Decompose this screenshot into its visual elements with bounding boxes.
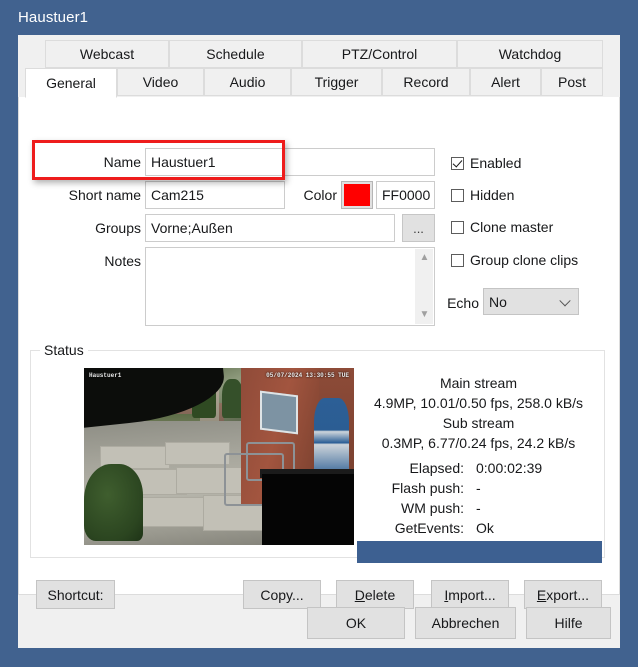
checkbox-label: Clone master xyxy=(470,219,554,235)
checkbox-group-clone-clips[interactable]: Group clone clips xyxy=(451,252,578,268)
preview-window xyxy=(259,390,298,435)
getevents-value: Ok xyxy=(476,520,494,536)
scroll-up-icon[interactable]: ▲ xyxy=(420,249,430,267)
export-mnemonic: E xyxy=(536,586,547,603)
groups-label: Groups xyxy=(95,220,141,236)
tab-label: Trigger xyxy=(314,74,359,90)
status-group-title: Status xyxy=(40,342,88,358)
tab-page-general: Name Haustuer1 Short name Cam215 Color F… xyxy=(18,97,620,609)
tab-schedule[interactable]: Schedule xyxy=(169,40,302,68)
delete-button[interactable]: Delete xyxy=(336,580,414,609)
color-label: Color xyxy=(303,187,337,203)
preview-osd-timestamp: 05/07/2024 13:30:55 TUE xyxy=(266,372,349,379)
preview-slab xyxy=(132,497,214,528)
tab-label: Audio xyxy=(229,74,266,90)
camera-preview[interactable]: Haustuer1 05/07/2024 13:30:55 TUE xyxy=(84,368,354,545)
sub-stream-title: Sub stream xyxy=(442,415,515,431)
tab-trigger[interactable]: Trigger xyxy=(291,68,382,96)
name-label: Name xyxy=(103,154,141,170)
wm-push-value: - xyxy=(476,500,481,516)
import-rest: mport... xyxy=(448,586,496,603)
checkbox-box-icon xyxy=(451,220,464,234)
preview-door xyxy=(313,398,349,478)
export-button[interactable]: Export... xyxy=(524,580,602,609)
checkbox-box-icon xyxy=(451,253,464,267)
tab-label: Record xyxy=(403,74,449,90)
checkbox-box-icon xyxy=(451,156,464,170)
preview-bush xyxy=(84,463,144,542)
chevron-down-icon xyxy=(559,294,571,306)
checkbox-label: Enabled xyxy=(470,155,522,171)
export-rest: xport... xyxy=(546,586,590,603)
main-stream-title: Main stream xyxy=(439,375,518,391)
status-groupbox: Status Haustuer1 05/07/2024 13:30:55 TUE… xyxy=(30,342,605,563)
elapsed-value: 0:00:02:39 xyxy=(476,460,543,476)
scroll-down-icon[interactable]: ▼ xyxy=(420,306,430,324)
tab-video[interactable]: Video xyxy=(117,68,204,96)
tab-row-upper: Webcast Schedule PTZ/Control Watchdog xyxy=(18,40,620,68)
echo-label: Echo xyxy=(447,295,479,311)
import-button[interactable]: Import... xyxy=(431,580,509,609)
tab-post[interactable]: Post xyxy=(541,68,603,96)
tab-general[interactable]: General xyxy=(25,68,117,98)
main-stream-detail: 4.9MP, 10.01/0.50 fps, 258.0 kB/s xyxy=(373,395,584,411)
sub-stream-detail: 0.3MP, 6.77/0.24 fps, 24.2 kB/s xyxy=(381,435,576,451)
groups-input[interactable]: Vorne;Außen xyxy=(145,214,395,242)
copy-button[interactable]: Copy... xyxy=(243,580,321,609)
getevents-label: GetEvents: xyxy=(394,520,464,536)
tab-alert[interactable]: Alert xyxy=(470,68,541,96)
tab-ptz-control[interactable]: PTZ/Control xyxy=(302,40,457,68)
name-input[interactable]: Haustuer1 xyxy=(145,148,435,176)
preview-slab xyxy=(165,442,230,466)
delete-mnemonic: D xyxy=(354,586,365,603)
tab-label: General xyxy=(46,75,96,91)
preview-osd-camera-name: Haustuer1 xyxy=(89,372,122,379)
color-hex-input[interactable]: FF0000 xyxy=(376,181,435,209)
tab-label: PTZ/Control xyxy=(341,46,418,62)
tab-watchdog[interactable]: Watchdog xyxy=(457,40,603,68)
notes-textarea[interactable]: ▲ ▼ xyxy=(145,247,435,326)
shortcut-button[interactable]: Shortcut: xyxy=(36,580,115,609)
tab-strip: Webcast Schedule PTZ/Control Watchdog Ge… xyxy=(18,40,620,98)
checkbox-enabled[interactable]: Enabled xyxy=(451,155,521,171)
dialog-window: Haustuer1 Webcast Schedule PTZ/Control W… xyxy=(0,0,638,667)
checkbox-label: Group clone clips xyxy=(470,252,579,268)
window-title: Haustuer1 xyxy=(18,9,89,26)
help-button[interactable]: Hilfe xyxy=(526,607,611,639)
tab-label: Alert xyxy=(491,74,520,90)
tab-record[interactable]: Record xyxy=(382,68,470,96)
cancel-button[interactable]: Abbrechen xyxy=(415,607,516,639)
flash-push-value: - xyxy=(476,480,481,496)
tab-row-lower: General Video Audio Trigger Record Alert xyxy=(18,68,620,98)
wm-push-label: WM push: xyxy=(400,500,464,516)
short-name-label: Short name xyxy=(68,187,141,203)
dialog-client-area: Webcast Schedule PTZ/Control Watchdog Ge… xyxy=(18,35,620,648)
echo-selected-value: No xyxy=(489,293,507,310)
tab-label: Schedule xyxy=(206,46,265,62)
checkbox-box-icon xyxy=(451,188,464,202)
tab-label: Video xyxy=(142,74,179,90)
color-swatch-button[interactable] xyxy=(341,181,373,209)
checkbox-label: Hidden xyxy=(470,187,515,203)
status-progress-bar xyxy=(357,541,602,563)
flash-push-label: Flash push: xyxy=(391,480,464,496)
tab-audio[interactable]: Audio xyxy=(204,68,291,96)
notes-scrollbar[interactable]: ▲ ▼ xyxy=(415,249,433,324)
elapsed-label: Elapsed: xyxy=(409,460,464,476)
color-swatch-fill xyxy=(344,184,370,206)
tab-webcast[interactable]: Webcast xyxy=(45,40,169,68)
ok-button[interactable]: OK xyxy=(307,607,405,639)
title-bar: Haustuer1 xyxy=(0,0,638,35)
checkbox-hidden[interactable]: Hidden xyxy=(451,187,514,203)
tab-label: Webcast xyxy=(79,46,135,62)
tab-label: Watchdog xyxy=(498,46,562,62)
tab-label: Post xyxy=(557,74,586,90)
groups-browse-button[interactable]: ... xyxy=(402,214,435,242)
short-name-input[interactable]: Cam215 xyxy=(145,181,285,209)
preview-bin xyxy=(262,474,354,545)
echo-select[interactable]: No xyxy=(483,288,579,315)
delete-rest: elete xyxy=(364,586,396,603)
notes-label: Notes xyxy=(104,253,141,269)
checkbox-clone-master[interactable]: Clone master xyxy=(451,219,553,235)
